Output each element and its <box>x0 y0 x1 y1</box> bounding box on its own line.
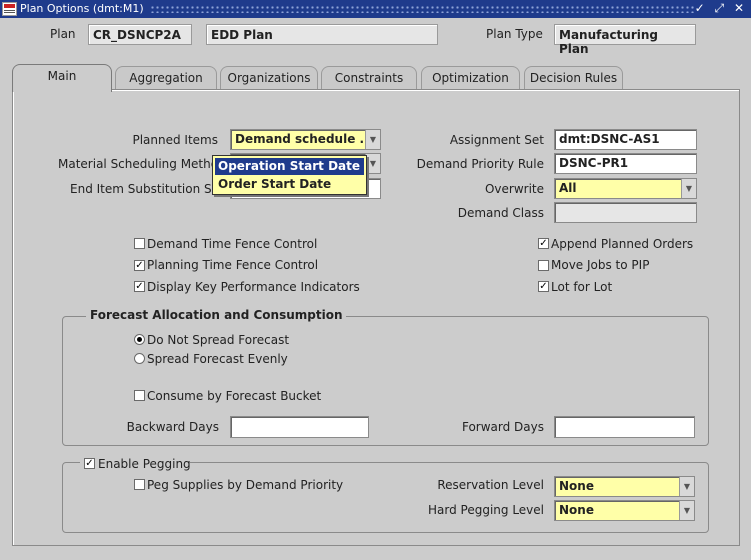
plan-description-field[interactable]: EDD Plan <box>206 24 438 45</box>
plan-type-label: Plan Type <box>486 27 543 41</box>
peg-supplies-label: Peg Supplies by Demand Priority <box>147 478 344 492</box>
planning-time-fence-checkbox[interactable]: ✓ <box>134 260 145 271</box>
move-jobs-to-pip-label: Move Jobs to PIP <box>551 258 650 272</box>
plan-type-field[interactable]: Manufacturing Plan <box>554 24 696 56</box>
spread-evenly-radio[interactable] <box>134 353 145 364</box>
do-not-spread-radio[interactable] <box>134 334 145 345</box>
reservation-level-value: None <box>559 479 594 493</box>
plan-label: Plan <box>50 27 76 41</box>
demand-priority-rule-label: Demand Priority Rule <box>416 157 544 171</box>
window-title: Plan Options (dmt:M1) <box>20 2 144 15</box>
title-bar-texture <box>150 5 695 13</box>
do-not-spread-label: Do Not Spread Forecast <box>147 333 290 347</box>
dropdown-option-order-start-date[interactable]: Order Start Date <box>215 176 364 193</box>
overwrite-select[interactable]: All ▼ <box>554 178 697 199</box>
peg-supplies-checkbox[interactable] <box>134 479 145 490</box>
enable-pegging-checkbox[interactable]: ✓ <box>84 458 95 469</box>
plan-field[interactable]: CR_DSNCP2A <box>88 24 192 45</box>
planned-items-label: Planned Items <box>132 133 218 147</box>
hard-pegging-level-value: None <box>559 503 594 517</box>
backward-days-field[interactable] <box>230 416 369 438</box>
hard-pegging-level-label: Hard Pegging Level <box>427 503 544 517</box>
forecast-group-title: Forecast Allocation and Consumption <box>86 308 347 322</box>
append-planned-orders-label: Append Planned Orders <box>551 237 694 251</box>
demand-class-field[interactable] <box>554 202 697 223</box>
assignment-set-field[interactable]: dmt:DSNC-AS1 <box>554 129 697 150</box>
pegging-group <box>62 462 709 533</box>
display-kpi-label: Display Key Performance Indicators <box>147 280 360 294</box>
tab-decision-rules[interactable]: Decision Rules <box>524 66 623 89</box>
tab-organizations[interactable]: Organizations <box>220 66 318 89</box>
tab-main[interactable]: Main <box>12 64 112 92</box>
forward-days-label: Forward Days <box>461 420 544 434</box>
backward-days-label: Backward Days <box>126 420 219 434</box>
demand-time-fence-label: Demand Time Fence Control <box>147 237 318 251</box>
assignment-set-label: Assignment Set <box>449 133 544 147</box>
end-item-substitution-label: End Item Substitution Se <box>70 182 219 196</box>
reservation-level-select[interactable]: None ▼ <box>554 476 695 497</box>
display-kpi-checkbox[interactable]: ✓ <box>134 281 145 292</box>
lot-for-lot-checkbox[interactable]: ✓ <box>538 281 549 292</box>
demand-class-label: Demand Class <box>457 206 544 220</box>
planning-time-fence-label: Planning Time Fence Control <box>147 258 319 272</box>
chevron-down-icon[interactable]: ▼ <box>679 477 694 496</box>
dropdown-option-operation-start-date[interactable]: Operation Start Date <box>215 158 364 175</box>
consume-by-bucket-label: Consume by Forecast Bucket <box>147 389 322 403</box>
reservation-level-label: Reservation Level <box>437 478 544 492</box>
spread-evenly-label: Spread Forecast Evenly <box>147 352 288 366</box>
append-planned-orders-checkbox[interactable]: ✓ <box>538 238 549 249</box>
planned-items-value: Demand schedule ... <box>235 132 374 146</box>
chevron-down-icon[interactable]: ▼ <box>365 130 380 149</box>
chevron-down-icon[interactable]: ▼ <box>681 179 696 198</box>
tab-optimization[interactable]: Optimization <box>421 66 520 89</box>
enable-pegging-label: Enable Pegging <box>98 457 191 471</box>
overwrite-label: Overwrite <box>484 182 544 196</box>
overwrite-value: All <box>559 181 577 195</box>
demand-time-fence-checkbox[interactable] <box>134 238 145 249</box>
tab-aggregation[interactable]: Aggregation <box>115 66 217 89</box>
material-scheduling-dropdown: Operation Start Date Order Start Date <box>212 155 367 195</box>
move-jobs-to-pip-checkbox[interactable] <box>538 260 549 271</box>
window-controls-icon[interactable]: ✓ ⤢ ✕ <box>695 1 747 16</box>
consume-by-bucket-checkbox[interactable] <box>134 390 145 401</box>
forward-days-field[interactable] <box>554 416 695 438</box>
chevron-down-icon[interactable]: ▼ <box>679 501 694 520</box>
planned-items-select[interactable]: Demand schedule ... ▼ <box>230 129 381 150</box>
app-icon <box>2 2 17 16</box>
lot-for-lot-label: Lot for Lot <box>551 280 613 294</box>
demand-priority-rule-field[interactable]: DSNC-PR1 <box>554 153 697 174</box>
hard-pegging-level-select[interactable]: None ▼ <box>554 500 695 521</box>
title-bar: Plan Options (dmt:M1) ✓ ⤢ ✕ <box>0 0 751 18</box>
chevron-down-icon[interactable]: ▼ <box>365 154 380 173</box>
material-scheduling-label: Material Scheduling Metho <box>58 157 219 171</box>
tab-constraints[interactable]: Constraints <box>321 66 417 89</box>
